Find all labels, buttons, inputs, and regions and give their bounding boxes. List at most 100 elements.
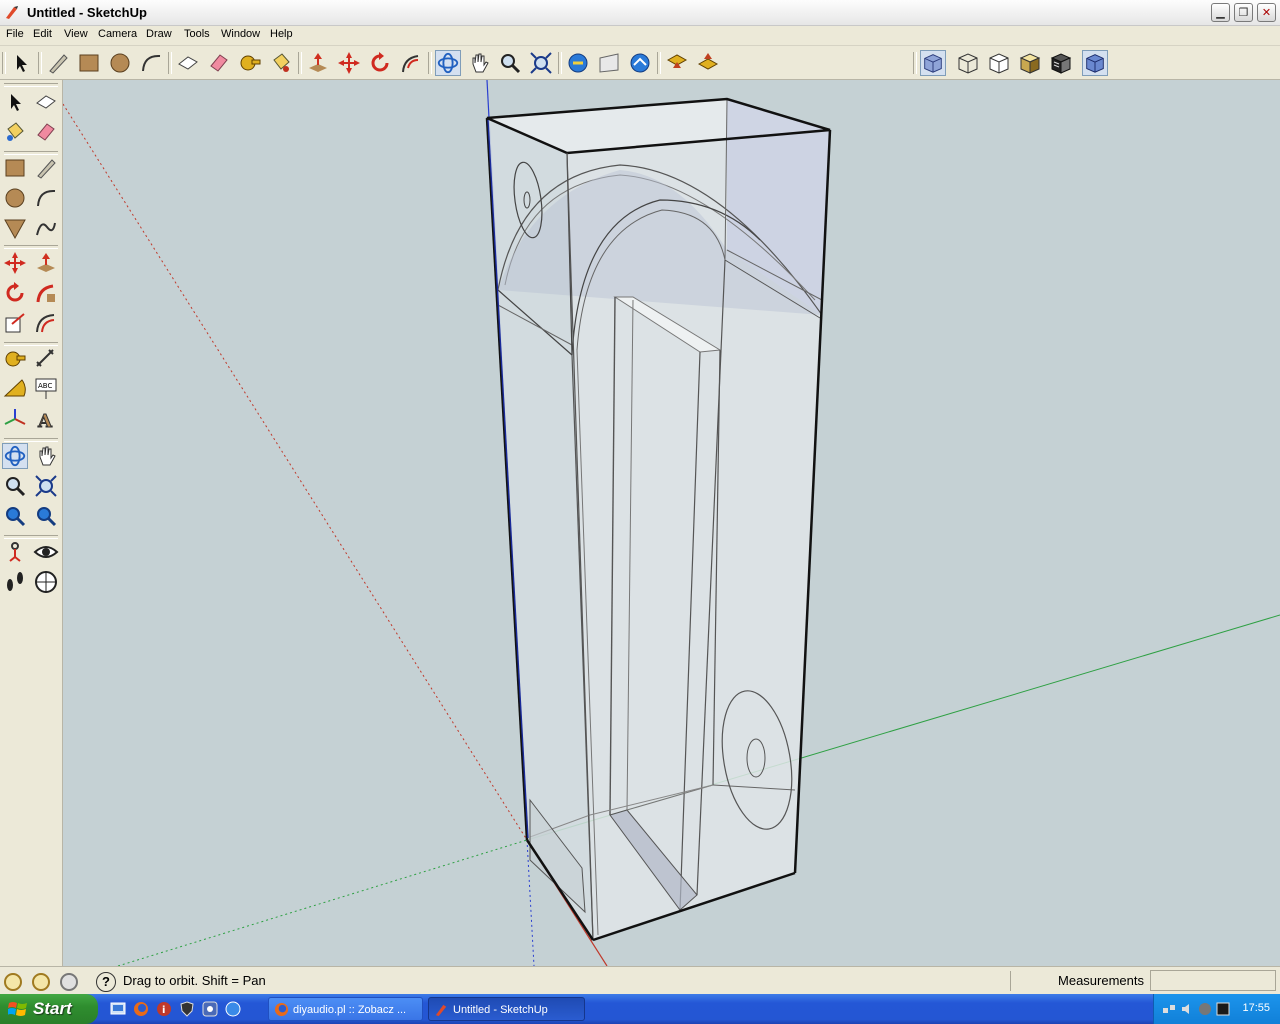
sign-in-icon[interactable] — [60, 973, 78, 991]
zoom-extents-icon[interactable] — [528, 50, 554, 76]
windows-flag-icon — [8, 1002, 27, 1016]
position-camera-icon[interactable] — [627, 50, 653, 76]
next-view-icon[interactable] — [33, 503, 59, 529]
pan-icon[interactable] — [466, 50, 492, 76]
toolbar-grip — [2, 52, 6, 74]
previous-view-icon[interactable] — [2, 503, 28, 529]
volume-icon[interactable] — [1180, 1002, 1194, 1016]
paint-bucket-icon[interactable] — [2, 119, 28, 145]
arc-icon[interactable] — [138, 50, 164, 76]
show-desktop-icon[interactable] — [110, 1001, 126, 1017]
select-icon[interactable] — [2, 89, 28, 115]
shield-icon[interactable] — [179, 1001, 195, 1017]
circle-icon[interactable] — [107, 50, 133, 76]
move-icon[interactable] — [336, 50, 362, 76]
pan-icon[interactable] — [33, 443, 59, 469]
previous-view-icon[interactable] — [565, 50, 591, 76]
orbit-icon[interactable] — [2, 443, 28, 469]
line-icon[interactable] — [33, 155, 59, 181]
rotate-icon[interactable] — [2, 280, 28, 306]
arc-icon[interactable] — [33, 185, 59, 211]
shaded-textures-style-icon[interactable] — [1048, 50, 1074, 76]
scale-icon[interactable] — [2, 310, 28, 336]
menu-view[interactable]: View — [63, 28, 89, 40]
close-button[interactable]: ✕ — [1257, 3, 1276, 22]
rectangle-icon[interactable] — [2, 155, 28, 181]
title-bar: Untitled - SketchUp ▁ ❐ ✕ — [0, 0, 1280, 26]
menu-tools[interactable]: Tools — [183, 28, 211, 40]
restore-button[interactable]: ❐ — [1234, 3, 1253, 22]
rectangle-icon[interactable] — [76, 50, 102, 76]
position-camera-icon[interactable] — [2, 539, 28, 565]
make-component-icon[interactable] — [175, 50, 201, 76]
shaded-style-icon[interactable] — [1017, 50, 1043, 76]
wifi-icon[interactable] — [1216, 1002, 1230, 1016]
polygon-icon[interactable] — [2, 215, 28, 241]
menu-help[interactable]: Help — [269, 28, 294, 40]
follow-me-icon[interactable] — [398, 50, 424, 76]
move-icon[interactable] — [2, 250, 28, 276]
menu-file[interactable]: File — [5, 28, 25, 40]
tape-measure-icon[interactable] — [2, 346, 28, 372]
dimension-icon[interactable] — [33, 346, 59, 372]
menu-camera[interactable]: Camera — [97, 28, 138, 40]
task-label: diyaudio.pl :: Zobacz ... — [293, 1004, 407, 1016]
axes-icon[interactable] — [2, 406, 28, 432]
push-pull-icon[interactable] — [305, 50, 331, 76]
share-model-icon[interactable] — [695, 50, 721, 76]
look-around-icon[interactable] — [33, 539, 59, 565]
start-label: Start — [33, 999, 72, 1018]
menu-edit[interactable]: Edit — [32, 28, 53, 40]
network-icon[interactable] — [1162, 1002, 1176, 1016]
zoom-icon[interactable] — [497, 50, 523, 76]
credits-icon[interactable] — [32, 973, 50, 991]
protractor-icon[interactable] — [2, 376, 28, 402]
select-icon[interactable] — [8, 50, 34, 76]
push-pull-icon[interactable] — [33, 250, 59, 276]
monochrome-style-icon[interactable] — [1082, 50, 1108, 76]
minimize-button[interactable]: ▁ — [1211, 3, 1230, 22]
wireframe-style-icon[interactable] — [955, 50, 981, 76]
circle-icon[interactable] — [2, 185, 28, 211]
app-icon[interactable] — [202, 1001, 218, 1017]
rotate-icon[interactable] — [367, 50, 393, 76]
drawing-viewport[interactable] — [63, 80, 1280, 966]
pencil-line-icon[interactable] — [45, 50, 71, 76]
orbit-icon[interactable] — [435, 50, 461, 76]
left-toolbar: ABC A — [0, 80, 63, 966]
help-icon[interactable]: ? — [96, 972, 116, 992]
eraser-icon[interactable] — [206, 50, 232, 76]
speaker-cabinet-model[interactable] — [485, 97, 832, 942]
xray-style-icon[interactable] — [920, 50, 946, 76]
get-models-icon[interactable] — [664, 50, 690, 76]
safari-compass-icon[interactable] — [225, 1001, 241, 1017]
walk-icon[interactable] — [2, 569, 28, 595]
menu-window[interactable]: Window — [220, 28, 261, 40]
make-component-icon[interactable] — [33, 89, 59, 115]
info-icon[interactable]: i — [156, 1001, 172, 1017]
firefox-icon[interactable] — [133, 1001, 149, 1017]
3d-text-icon[interactable]: A — [33, 406, 59, 433]
menu-draw[interactable]: Draw — [145, 28, 173, 40]
sketchup-app-icon — [6, 6, 18, 19]
next-view-icon[interactable] — [596, 50, 622, 76]
zoom-icon[interactable] — [2, 473, 28, 499]
task-diyaudio[interactable]: diyaudio.pl :: Zobacz ... — [268, 997, 423, 1021]
paint-bucket-icon[interactable] — [268, 50, 294, 76]
hidden-line-style-icon[interactable] — [986, 50, 1012, 76]
model-canvas[interactable] — [63, 80, 1280, 966]
text-icon[interactable]: ABC — [33, 376, 59, 402]
toolbar-separator — [558, 52, 562, 74]
task-sketchup[interactable]: Untitled - SketchUp — [428, 997, 585, 1021]
measurements-input[interactable] — [1150, 970, 1276, 991]
tape-measure-icon[interactable] — [237, 50, 263, 76]
freehand-icon[interactable] — [33, 215, 59, 241]
geo-location-icon[interactable] — [4, 973, 22, 991]
section-plane-icon[interactable] — [33, 569, 59, 595]
zoom-extents-icon[interactable] — [33, 473, 59, 499]
start-button[interactable]: Start — [0, 994, 98, 1024]
offset-icon[interactable] — [33, 310, 59, 336]
eraser-icon[interactable] — [33, 119, 59, 145]
security-icon[interactable] — [1198, 1002, 1212, 1016]
follow-me-icon[interactable] — [33, 280, 59, 306]
